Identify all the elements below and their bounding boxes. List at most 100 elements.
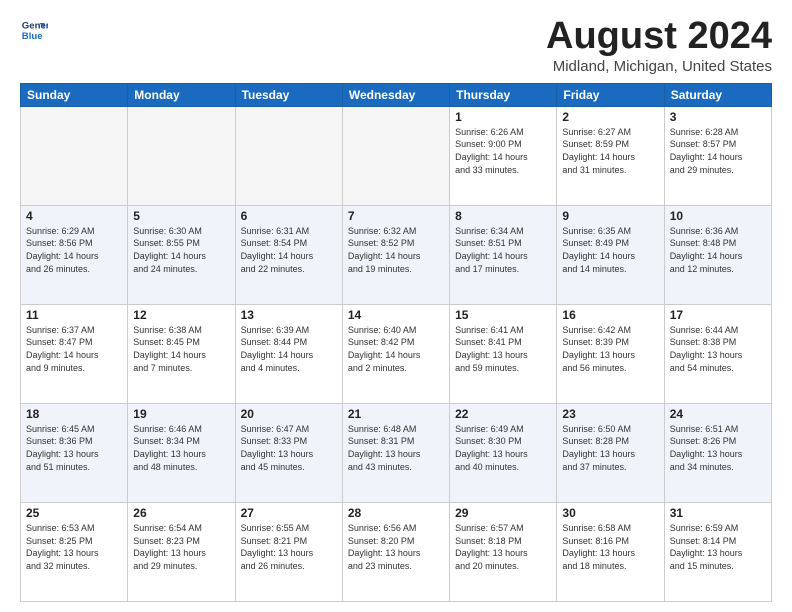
day-info: Sunrise: 6:32 AM Sunset: 8:52 PM Dayligh…: [348, 225, 444, 275]
table-row: 13Sunrise: 6:39 AM Sunset: 8:44 PM Dayli…: [235, 304, 342, 403]
day-number: 8: [455, 209, 551, 223]
table-row: 29 Sunrise: 6:57 AM Sunset: 8:18 PM Dayli…: [450, 502, 557, 601]
day-info: Sunrise: 6:58 AM Sunset: 8:16 PM Dayligh…: [562, 522, 658, 572]
table-row: 6 Sunrise: 6:31 AM Sunset: 8:54 PM Daylig…: [235, 205, 342, 304]
day-info: Sunrise: 6:31 AM Sunset: 8:54 PM Dayligh…: [241, 225, 337, 275]
day-number: 15: [455, 308, 551, 322]
month-title: August 2024: [546, 16, 772, 58]
table-row: 11Sunrise: 6:37 AM Sunset: 8:47 PM Dayli…: [21, 304, 128, 403]
day-number: 6: [241, 209, 337, 223]
day-info: Sunrise: 6:26 AM Sunset: 9:00 PM Dayligh…: [455, 126, 551, 176]
table-row: 22Sunrise: 6:49 AM Sunset: 8:30 PM Dayli…: [450, 403, 557, 502]
table-row: 21 Sunrise: 6:48 AM Sunset: 8:31 PM Dayli…: [342, 403, 449, 502]
day-number: 20: [241, 407, 337, 421]
day-number: 23: [562, 407, 658, 421]
table-row: 7 Sunrise: 6:32 AM Sunset: 8:52 PM Daylig…: [342, 205, 449, 304]
day-number: 5: [133, 209, 229, 223]
day-number: 26: [133, 506, 229, 520]
day-number: 18: [26, 407, 122, 421]
day-number: 14: [348, 308, 444, 322]
day-number: 29: [455, 506, 551, 520]
table-row: 8 Sunrise: 6:34 AM Sunset: 8:51 PM Daylig…: [450, 205, 557, 304]
day-number: 3: [670, 110, 766, 124]
table-row: 5 Sunrise: 6:30 AM Sunset: 8:55 PM Daylig…: [128, 205, 235, 304]
day-info: Sunrise: 6:47 AM Sunset: 8:33 PM Dayligh…: [241, 423, 337, 473]
table-row: [342, 106, 449, 205]
day-info: Sunrise: 6:42 AM Sunset: 8:39 PM Dayligh…: [562, 324, 658, 374]
day-info: Sunrise: 6:27 AM Sunset: 8:59 PM Dayligh…: [562, 126, 658, 176]
table-row: 18 Sunrise: 6:45 AM Sunset: 8:36 PM Dayli…: [21, 403, 128, 502]
col-friday: Friday: [557, 83, 664, 106]
col-tuesday: Tuesday: [235, 83, 342, 106]
day-info: Sunrise: 6:48 AM Sunset: 8:31 PM Dayligh…: [348, 423, 444, 473]
day-info: Sunrise: 6:51 AM Sunset: 8:26 PM Dayligh…: [670, 423, 766, 473]
day-number: 16: [562, 308, 658, 322]
header-right: August 2024 Midland, Michigan, United St…: [546, 16, 772, 75]
day-info: Sunrise: 6:30 AM Sunset: 8:55 PM Dayligh…: [133, 225, 229, 275]
day-number: 11: [26, 308, 122, 322]
day-number: 21: [348, 407, 444, 421]
day-info: Sunrise: 6:59 AM Sunset: 8:14 PM Dayligh…: [670, 522, 766, 572]
col-saturday: Saturday: [664, 83, 771, 106]
day-info: Sunrise: 6:56 AM Sunset: 8:20 PM Dayligh…: [348, 522, 444, 572]
table-row: 27 Sunrise: 6:55 AM Sunset: 8:21 PM Dayli…: [235, 502, 342, 601]
header-row: Sunday Monday Tuesday Wednesday Thursday…: [21, 83, 772, 106]
table-row: 31 Sunrise: 6:59 AM Sunset: 8:14 PM Dayli…: [664, 502, 771, 601]
day-info: Sunrise: 6:45 AM Sunset: 8:36 PM Dayligh…: [26, 423, 122, 473]
day-info: Sunrise: 6:50 AM Sunset: 8:28 PM Dayligh…: [562, 423, 658, 473]
day-info: Sunrise: 6:40 AM Sunset: 8:42 PM Dayligh…: [348, 324, 444, 374]
day-number: 28: [348, 506, 444, 520]
day-number: 7: [348, 209, 444, 223]
col-monday: Monday: [128, 83, 235, 106]
table-row: 25Sunrise: 6:53 AM Sunset: 8:25 PM Dayli…: [21, 502, 128, 601]
table-row: [21, 106, 128, 205]
day-number: 19: [133, 407, 229, 421]
table-row: 17 Sunrise: 6:44 AM Sunset: 8:38 PM Dayli…: [664, 304, 771, 403]
table-row: 30Sunrise: 6:58 AM Sunset: 8:16 PM Dayli…: [557, 502, 664, 601]
day-info: Sunrise: 6:34 AM Sunset: 8:51 PM Dayligh…: [455, 225, 551, 275]
table-row: 2 Sunrise: 6:27 AM Sunset: 8:59 PM Daylig…: [557, 106, 664, 205]
day-info: Sunrise: 6:38 AM Sunset: 8:45 PM Dayligh…: [133, 324, 229, 374]
top-area: General Blue August 2024 Midland, Michig…: [20, 16, 772, 75]
day-info: Sunrise: 6:36 AM Sunset: 8:48 PM Dayligh…: [670, 225, 766, 275]
table-row: 9 Sunrise: 6:35 AM Sunset: 8:49 PM Daylig…: [557, 205, 664, 304]
table-row: 26 Sunrise: 6:54 AM Sunset: 8:23 PM Dayli…: [128, 502, 235, 601]
day-number: 31: [670, 506, 766, 520]
day-number: 17: [670, 308, 766, 322]
table-row: 20 Sunrise: 6:47 AM Sunset: 8:33 PM Dayli…: [235, 403, 342, 502]
day-info: Sunrise: 6:28 AM Sunset: 8:57 PM Dayligh…: [670, 126, 766, 176]
day-number: 10: [670, 209, 766, 223]
page: General Blue August 2024 Midland, Michig…: [0, 0, 792, 612]
table-row: 24 Sunrise: 6:51 AM Sunset: 8:26 PM Dayli…: [664, 403, 771, 502]
day-number: 1: [455, 110, 551, 124]
table-row: 12 Sunrise: 6:38 AM Sunset: 8:45 PM Dayli…: [128, 304, 235, 403]
table-row: 10 Sunrise: 6:36 AM Sunset: 8:48 PM Dayli…: [664, 205, 771, 304]
day-info: Sunrise: 6:54 AM Sunset: 8:23 PM Dayligh…: [133, 522, 229, 572]
day-info: Sunrise: 6:35 AM Sunset: 8:49 PM Dayligh…: [562, 225, 658, 275]
svg-text:Blue: Blue: [22, 31, 43, 42]
table-row: 15 Sunrise: 6:41 AM Sunset: 8:41 PM Dayli…: [450, 304, 557, 403]
day-info: Sunrise: 6:55 AM Sunset: 8:21 PM Dayligh…: [241, 522, 337, 572]
col-sunday: Sunday: [21, 83, 128, 106]
calendar-table: Sunday Monday Tuesday Wednesday Thursday…: [20, 83, 772, 602]
table-row: 1 Sunrise: 6:26 AM Sunset: 9:00 PM Daylig…: [450, 106, 557, 205]
day-number: 24: [670, 407, 766, 421]
day-info: Sunrise: 6:46 AM Sunset: 8:34 PM Dayligh…: [133, 423, 229, 473]
day-number: 27: [241, 506, 337, 520]
table-row: 3 Sunrise: 6:28 AM Sunset: 8:57 PM Daylig…: [664, 106, 771, 205]
day-number: 12: [133, 308, 229, 322]
day-info: Sunrise: 6:49 AM Sunset: 8:30 PM Dayligh…: [455, 423, 551, 473]
day-info: Sunrise: 6:44 AM Sunset: 8:38 PM Dayligh…: [670, 324, 766, 374]
day-info: Sunrise: 6:39 AM Sunset: 8:44 PM Dayligh…: [241, 324, 337, 374]
day-info: Sunrise: 6:53 AM Sunset: 8:25 PM Dayligh…: [26, 522, 122, 572]
table-row: 19 Sunrise: 6:46 AM Sunset: 8:34 PM Dayli…: [128, 403, 235, 502]
day-info: Sunrise: 6:57 AM Sunset: 8:18 PM Dayligh…: [455, 522, 551, 572]
table-row: 14 Sunrise: 6:40 AM Sunset: 8:42 PM Dayli…: [342, 304, 449, 403]
logo-icon: General Blue: [20, 16, 48, 44]
table-row: 23 Sunrise: 6:50 AM Sunset: 8:28 PM Dayli…: [557, 403, 664, 502]
table-row: [235, 106, 342, 205]
day-number: 2: [562, 110, 658, 124]
day-number: 4: [26, 209, 122, 223]
day-info: Sunrise: 6:41 AM Sunset: 8:41 PM Dayligh…: [455, 324, 551, 374]
day-number: 9: [562, 209, 658, 223]
